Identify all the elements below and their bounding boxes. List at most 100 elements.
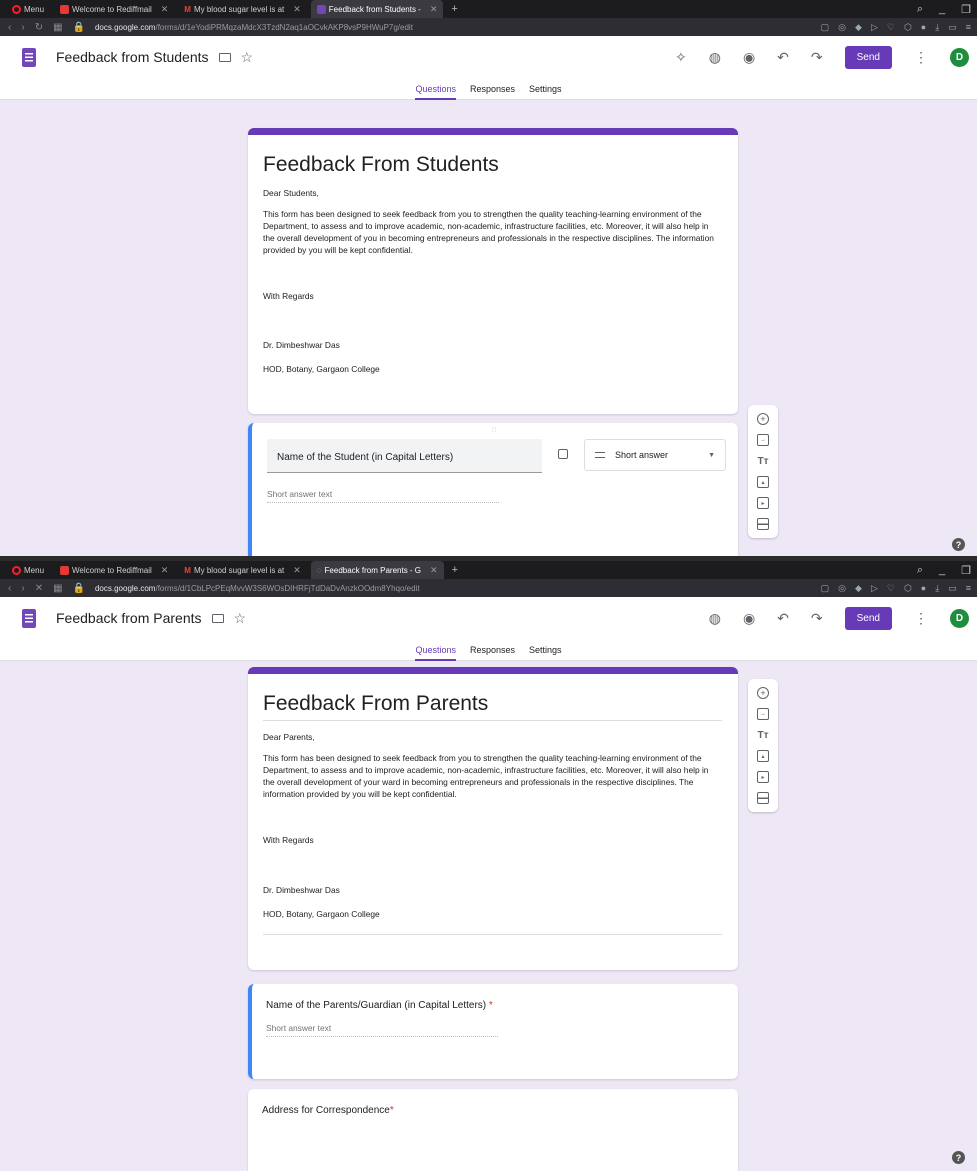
avatar[interactable]: D (950, 608, 969, 628)
tab-settings[interactable]: Settings (529, 78, 562, 100)
add-section-icon[interactable] (757, 518, 769, 530)
tab-feedback-students[interactable]: Feedback from Students - ✕ (310, 0, 444, 18)
add-title-icon[interactable]: Tт (757, 729, 769, 741)
search-icon[interactable]: ⌕ (917, 564, 923, 577)
redo-icon[interactable]: ↷ (811, 49, 823, 66)
opera-menu[interactable]: Menu (6, 0, 50, 18)
shield-icon[interactable]: ◆ (855, 583, 862, 594)
heart-icon[interactable]: ♡ (887, 22, 895, 33)
search-icon[interactable]: ⌕ (917, 3, 923, 16)
form-title[interactable]: Feedback From Students (263, 153, 722, 177)
close-icon[interactable]: ✕ (430, 565, 438, 576)
tab-rediffmail[interactable]: Welcome to Rediffmail ✕ (54, 0, 174, 18)
form-header-card[interactable]: Feedback From Students Dear Students, Th… (248, 128, 738, 414)
profile-icon[interactable]: ● (921, 22, 926, 33)
tab-gmail[interactable]: M My blood sugar level is at ✕ (178, 0, 306, 18)
addon-icon[interactable]: ✧ (675, 49, 687, 66)
form-header-card[interactable]: Feedback From Parents Dear Parents, This… (248, 667, 738, 970)
tab-questions[interactable]: Questions (415, 78, 456, 100)
menu-icon[interactable]: ≡ (966, 22, 971, 33)
help-icon[interactable]: ? (952, 1151, 965, 1164)
heart-icon[interactable]: ♡ (887, 583, 895, 594)
undo-icon[interactable]: ↶ (777, 610, 789, 627)
shield-icon[interactable]: ◆ (855, 22, 862, 33)
folder-icon[interactable] (211, 613, 224, 623)
palette-icon[interactable]: ◍ (709, 49, 721, 66)
add-title-icon[interactable]: Tт (757, 455, 769, 467)
url-field[interactable]: docs.google.com/forms/d/1CbLPcPEqMvvW3S6… (95, 584, 420, 593)
add-video-icon[interactable]: ▸ (757, 771, 769, 783)
camera-icon[interactable]: ◎ (838, 583, 846, 594)
back-icon[interactable]: ‹ (8, 22, 11, 33)
restore-icon[interactable]: ❐ (961, 564, 971, 577)
add-question-icon[interactable]: + (757, 413, 769, 425)
folder-icon[interactable] (218, 52, 231, 62)
close-icon[interactable]: ✕ (430, 4, 438, 15)
battery-icon[interactable]: ▭ (948, 583, 957, 594)
doc-title[interactable]: Feedback from Students (56, 49, 209, 65)
profile-icon[interactable]: ● (921, 583, 926, 594)
tab-responses[interactable]: Responses (470, 78, 515, 100)
tabs-grid-icon[interactable]: ▦ (53, 583, 62, 594)
add-image-icon[interactable] (558, 449, 568, 459)
forward-icon[interactable]: › (21, 22, 24, 33)
back-icon[interactable]: ‹ (8, 583, 11, 594)
forward-icon[interactable]: › (21, 583, 24, 594)
import-questions-icon[interactable]: → (757, 434, 769, 446)
battery-icon[interactable]: ▭ (948, 22, 957, 33)
question-type-select[interactable]: Short answer ▼ (584, 439, 726, 471)
question-card-active[interactable]: ∷ Name of the Student (in Capital Letter… (248, 423, 738, 556)
new-tab-icon[interactable]: + (447, 3, 461, 15)
star-icon[interactable]: ☆ (241, 49, 254, 66)
download-icon[interactable]: ⤓ (935, 22, 939, 33)
google-forms-logo-icon[interactable] (22, 47, 36, 67)
question-card-address[interactable]: Address for Correspondence* (248, 1089, 738, 1171)
close-icon[interactable]: ✕ (293, 4, 301, 15)
menu-icon[interactable]: ≡ (966, 583, 971, 594)
preview-eye-icon[interactable]: ◉ (743, 49, 755, 66)
close-icon[interactable]: ✕ (161, 565, 169, 576)
camera-icon[interactable]: ◎ (838, 22, 846, 33)
opera-menu[interactable]: Menu (6, 561, 50, 579)
minimize-icon[interactable]: _ (939, 564, 945, 577)
close-icon[interactable]: ✕ (293, 565, 301, 576)
question-title[interactable]: Address for Correspondence* (262, 1105, 724, 1116)
restore-icon[interactable]: ❐ (961, 3, 971, 16)
send-button[interactable]: Send (844, 606, 892, 630)
tab-settings[interactable]: Settings (529, 639, 562, 661)
redo-icon[interactable]: ↷ (811, 610, 823, 627)
add-video-icon[interactable]: ▸ (757, 497, 769, 509)
reload-icon[interactable]: ↻ (35, 22, 43, 33)
question-card-parent-name[interactable]: Name of the Parents/Guardian (in Capital… (248, 984, 738, 1079)
minimize-icon[interactable]: _ (939, 3, 945, 16)
tab-rediffmail[interactable]: Welcome to Rediffmail ✕ (54, 561, 174, 579)
tab-questions[interactable]: Questions (415, 639, 456, 661)
snapshot-icon[interactable]: ▢ (821, 22, 830, 33)
url-field[interactable]: docs.google.com/forms/d/1eYodiPRMqzaMdcX… (95, 23, 413, 32)
drag-handle-icon[interactable]: ∷ (492, 426, 497, 434)
extension-icon[interactable]: ⬡ (904, 22, 912, 33)
extension-icon[interactable]: ⬡ (904, 583, 912, 594)
question-title-input[interactable]: Name of the Student (in Capital Letters) (267, 439, 542, 473)
undo-icon[interactable]: ↶ (777, 49, 789, 66)
avatar[interactable]: D (950, 47, 969, 67)
download-icon[interactable]: ⤓ (935, 583, 939, 594)
tab-feedback-parents[interactable]: ◌ Feedback from Parents - G ✕ (310, 561, 444, 579)
doc-title[interactable]: Feedback from Parents (56, 610, 202, 626)
play-icon[interactable]: ▷ (871, 583, 878, 594)
more-options-icon[interactable]: ⋮ (914, 49, 928, 66)
star-icon[interactable]: ☆ (234, 610, 247, 627)
palette-icon[interactable]: ◍ (709, 610, 721, 627)
stop-icon[interactable]: ✕ (35, 583, 43, 594)
question-title[interactable]: Name of the Parents/Guardian (in Capital… (266, 1000, 724, 1011)
preview-eye-icon[interactable]: ◉ (743, 610, 755, 627)
snapshot-icon[interactable]: ▢ (821, 583, 830, 594)
add-question-icon[interactable]: + (757, 687, 769, 699)
close-icon[interactable]: ✕ (161, 4, 169, 15)
form-title[interactable]: Feedback From Parents (263, 692, 722, 716)
google-forms-logo-icon[interactable] (22, 608, 36, 628)
tab-responses[interactable]: Responses (470, 639, 515, 661)
send-button[interactable]: Send (844, 45, 892, 69)
help-icon[interactable]: ? (952, 538, 965, 551)
tabs-grid-icon[interactable]: ▦ (53, 22, 62, 33)
